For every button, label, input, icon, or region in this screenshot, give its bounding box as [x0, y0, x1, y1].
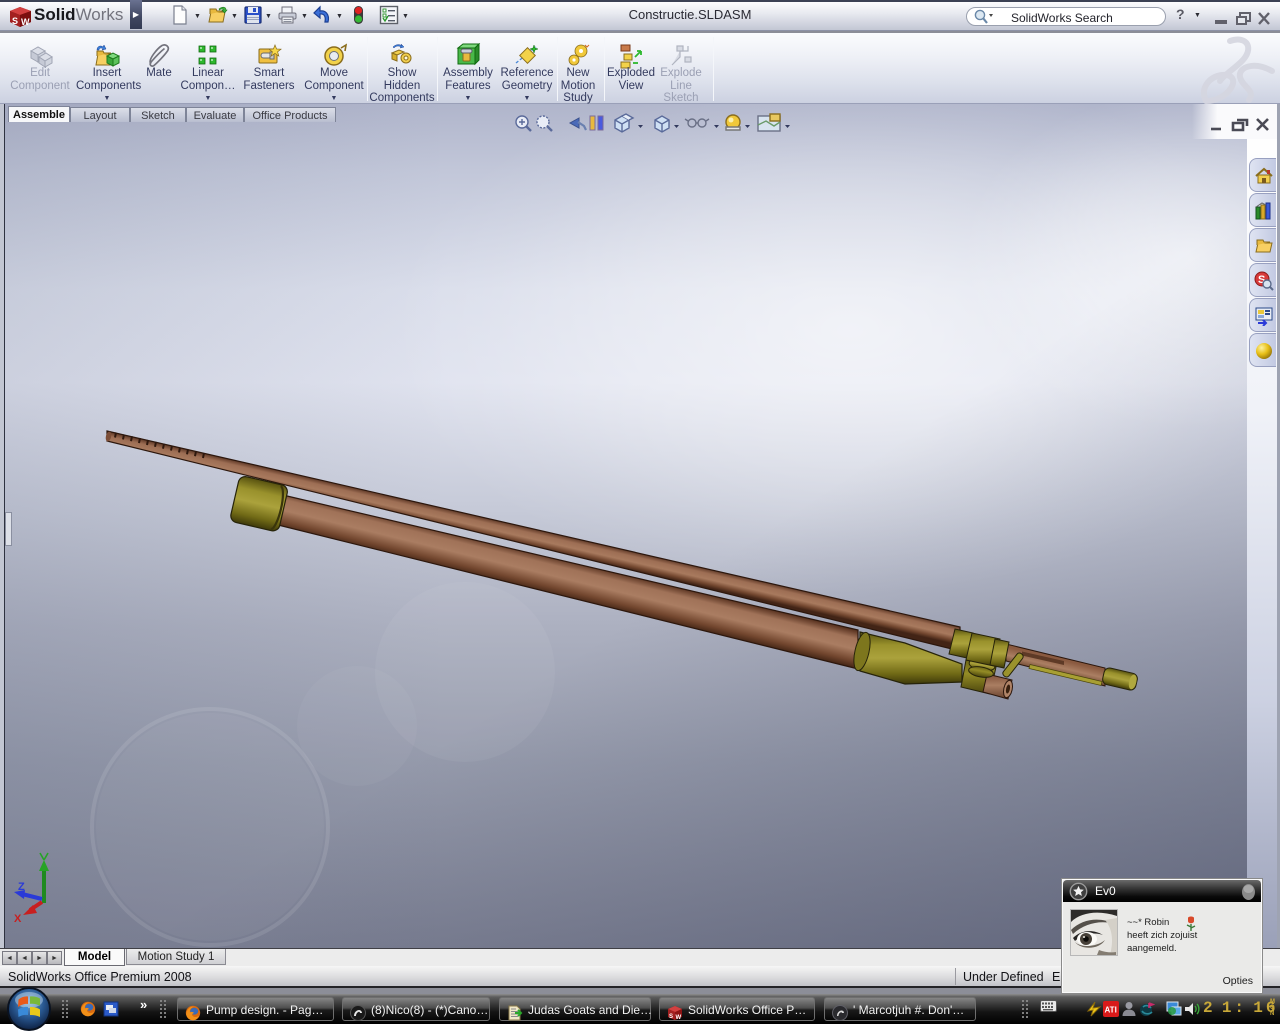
svg-text:W: W [676, 1015, 682, 1021]
svg-text:ATI: ATI [1105, 1006, 1117, 1015]
svg-text:S: S [12, 16, 18, 26]
svg-text:Z: Z [18, 881, 25, 893]
svg-text:S: S [669, 1014, 673, 1020]
svg-text:X: X [14, 913, 22, 925]
svg-text:W: W [21, 17, 30, 27]
